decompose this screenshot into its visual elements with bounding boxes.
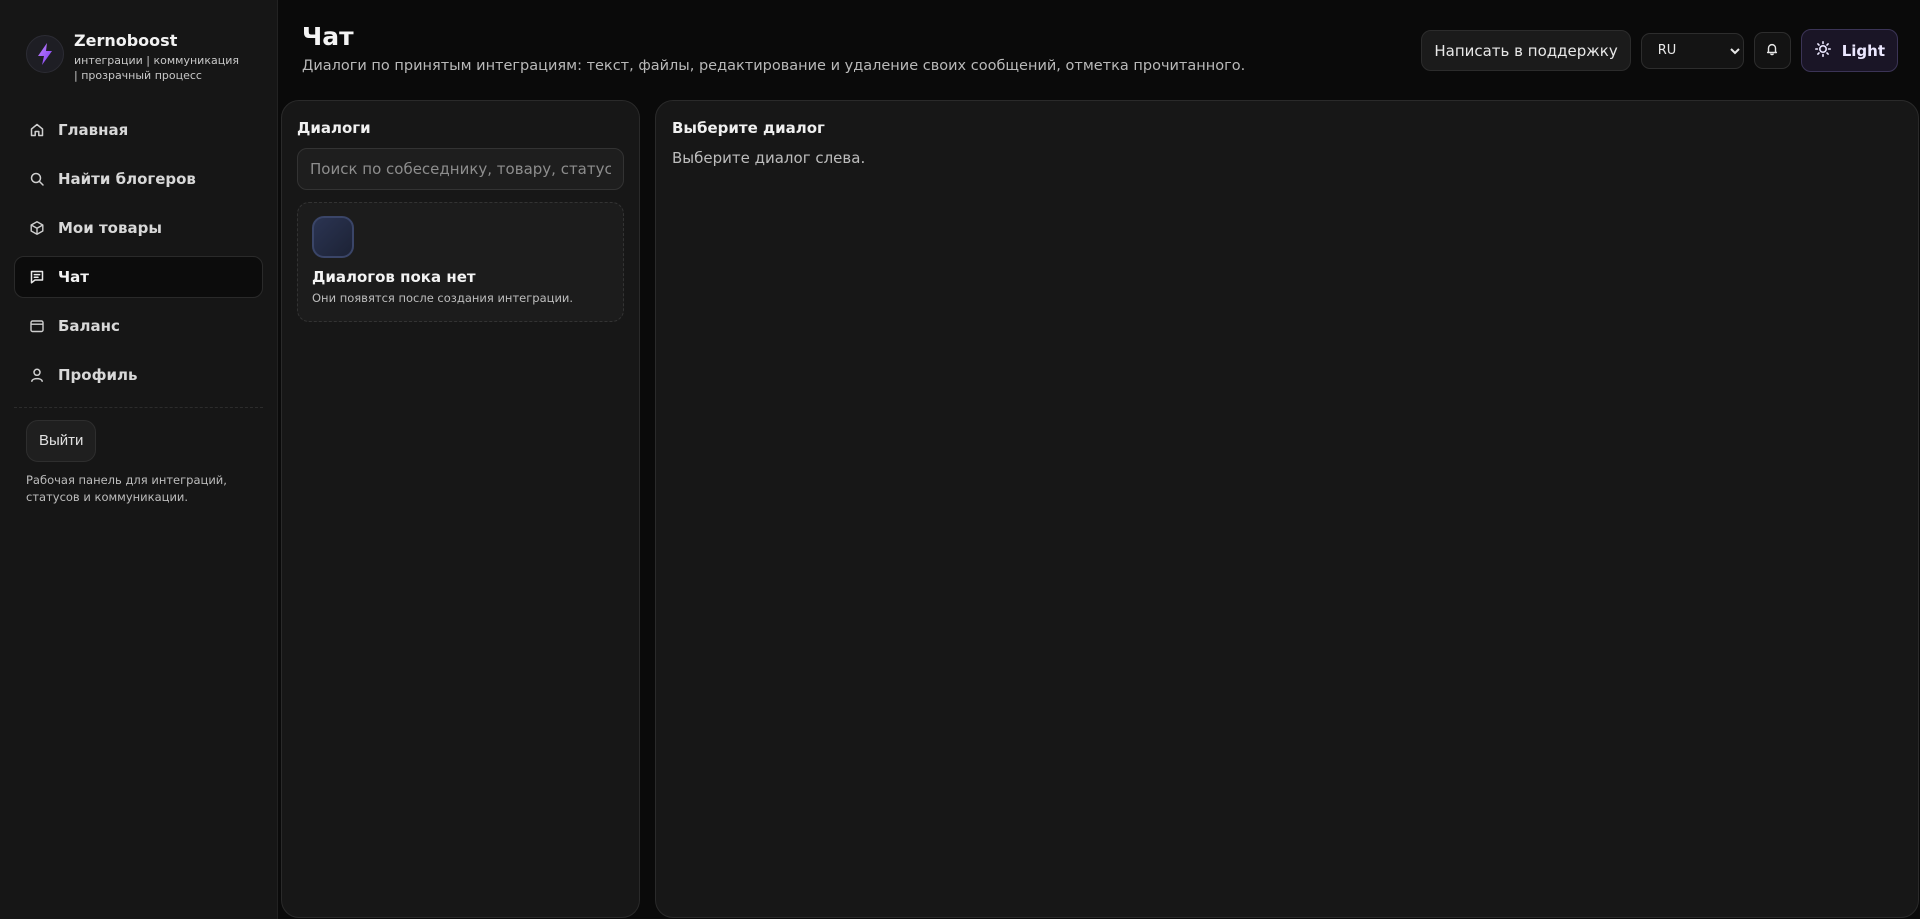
empty-title: Диалогов пока нет bbox=[312, 268, 476, 286]
brand-tagline: интеграции | коммуникация | прозрачный п… bbox=[74, 54, 239, 82]
sidebar-item-profile[interactable]: Профиль bbox=[14, 354, 263, 396]
notifications-button[interactable] bbox=[1753, 32, 1791, 69]
sidebar-note: Рабочая панель для интеграций, статусов … bbox=[26, 473, 227, 504]
main-area: Чат Диалоги по принятым интеграциям: тек… bbox=[278, 0, 1920, 919]
brand-name: Zernoboost bbox=[74, 31, 178, 50]
sidebar-item-label: Чат bbox=[58, 268, 89, 286]
sidebar: Zernoboost интеграции | коммуникация | п… bbox=[0, 0, 278, 919]
sidebar-item-balance[interactable]: Баланс bbox=[14, 305, 263, 347]
support-button[interactable]: Написать в поддержку bbox=[1421, 30, 1631, 71]
sidebar-item-home[interactable]: Главная bbox=[14, 109, 263, 151]
dialogs-title: Диалоги bbox=[297, 119, 371, 137]
dialogs-panel: Диалоги Диалогов пока нет Они появятся п… bbox=[281, 100, 640, 918]
bell-icon bbox=[1765, 41, 1779, 60]
conversation-subtitle: Выберите диалог слева. bbox=[672, 149, 866, 167]
sidebar-item-label: Профиль bbox=[58, 366, 138, 384]
conversation-title: Выберите диалог bbox=[672, 119, 825, 137]
chat-content: Диалоги Диалогов пока нет Они появятся п… bbox=[278, 100, 1920, 919]
sidebar-item-my-products[interactable]: Мои товары bbox=[14, 207, 263, 249]
sidebar-item-label: Главная bbox=[58, 121, 129, 139]
sidebar-item-label: Найти блогеров bbox=[58, 170, 196, 188]
dialog-search-input[interactable] bbox=[297, 148, 624, 190]
brand[interactable]: Zernoboost интеграции | коммуникация | п… bbox=[14, 26, 263, 83]
conversation-panel: Выберите диалог Выберите диалог слева. bbox=[655, 100, 1919, 918]
sidebar-divider bbox=[14, 407, 263, 408]
top-actions: Написать в поддержку RU Light bbox=[1421, 29, 1898, 72]
sidebar-item-label: Баланс bbox=[58, 317, 120, 335]
empty-subtitle: Они появятся после создания интеграции. bbox=[312, 291, 574, 305]
user-icon bbox=[29, 367, 45, 383]
home-icon bbox=[29, 122, 45, 138]
app-root: Zernoboost интеграции | коммуникация | п… bbox=[0, 0, 1920, 919]
box-icon bbox=[29, 220, 45, 236]
lightning-logo-icon bbox=[26, 35, 64, 73]
sidebar-nav: Главная Найти блогеров Мои товары Чат Ба… bbox=[14, 109, 263, 396]
theme-toggle-button[interactable]: Light bbox=[1800, 29, 1898, 72]
empty-avatar bbox=[312, 216, 354, 258]
logout-button[interactable]: Выйти bbox=[26, 420, 97, 462]
dialogs-empty-state: Диалогов пока нет Они появятся после соз… bbox=[297, 202, 624, 322]
sun-icon bbox=[1814, 40, 1832, 62]
topbar: Чат Диалоги по принятым интеграциям: тек… bbox=[278, 0, 1920, 100]
theme-label: Light bbox=[1841, 41, 1885, 60]
chat-icon bbox=[29, 269, 45, 285]
wallet-icon bbox=[29, 318, 45, 334]
sidebar-item-label: Мои товары bbox=[58, 219, 162, 237]
sidebar-item-chat[interactable]: Чат bbox=[14, 256, 263, 298]
search-icon bbox=[29, 171, 45, 187]
sidebar-item-find-bloggers[interactable]: Найти блогеров bbox=[14, 158, 263, 200]
language-select[interactable]: RU bbox=[1640, 32, 1744, 69]
